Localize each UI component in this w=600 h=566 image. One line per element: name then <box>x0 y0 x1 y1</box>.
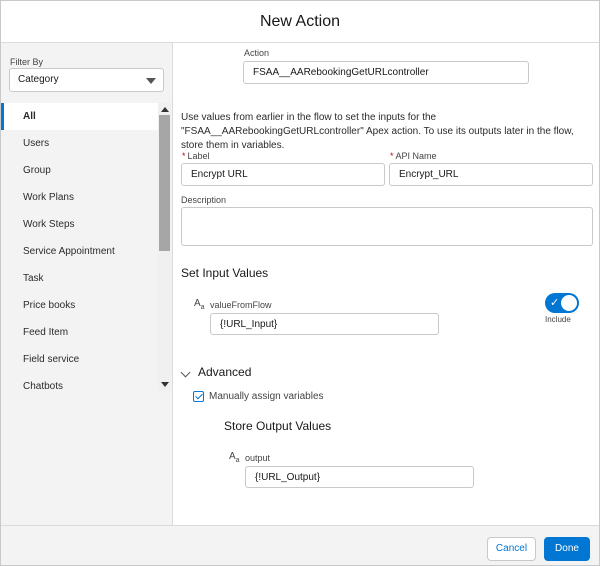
text-type-icon: Aa <box>229 451 240 464</box>
input-param-field[interactable]: {!URL_Input} <box>210 313 439 335</box>
sidebar-item-price-books[interactable]: Price books <box>1 292 158 319</box>
type-icon-subscript: a <box>235 457 240 464</box>
api-name-label: * API Name <box>390 151 437 161</box>
api-name-label-text: API Name <box>395 151 437 161</box>
description-label: Description <box>181 195 227 205</box>
scroll-down-arrow-icon[interactable] <box>161 382 169 387</box>
sidebar-item-all[interactable]: All <box>1 103 158 130</box>
output-param-label: output <box>245 453 271 463</box>
label-field-label: * Label <box>182 151 210 161</box>
label-field[interactable]: Encrypt URL <box>181 163 385 186</box>
sidebar-item-work-steps[interactable]: Work Steps <box>1 211 158 238</box>
action-field[interactable]: FSAA__AARebookingGetURLcontroller <box>243 61 529 84</box>
cancel-button[interactable]: Cancel <box>487 537 536 561</box>
filter-by-value: Category <box>18 74 59 85</box>
label-field-label-text: Label <box>187 151 210 161</box>
chevron-down-icon[interactable] <box>180 367 191 378</box>
scroll-up-arrow-icon[interactable] <box>161 107 169 112</box>
description-textarea[interactable] <box>181 207 593 246</box>
sidebar-item-service-appointment[interactable]: Service Appointment <box>1 238 158 265</box>
text-type-icon: Aa <box>194 298 205 311</box>
new-action-dialog: New Action Filter By Category All Users Gr… <box>0 0 600 566</box>
manually-assign-checkbox[interactable] <box>193 391 204 402</box>
filter-by-select[interactable]: Category <box>9 68 164 92</box>
type-icon-letter: A <box>194 298 201 309</box>
output-param-field[interactable]: {!URL_Output} <box>245 466 474 488</box>
scrollbar-thumb[interactable] <box>159 115 170 251</box>
dialog-footer: Cancel Done <box>1 525 599 565</box>
required-marker: * <box>390 151 394 161</box>
filter-by-label: Filter By <box>10 57 44 67</box>
advanced-heading[interactable]: Advanced <box>198 365 251 379</box>
sidebar-item-feed-item[interactable]: Feed Item <box>1 319 158 346</box>
api-name-field[interactable]: Encrypt_URL <box>389 163 593 186</box>
done-button[interactable]: Done <box>544 537 590 561</box>
input-param-label: valueFromFlow <box>210 300 272 310</box>
chevron-down-icon <box>146 78 156 84</box>
sidebar-item-field-service[interactable]: Field service <box>1 346 158 373</box>
type-icon-subscript: a <box>200 304 205 311</box>
sidebar-item-group[interactable]: Group <box>1 157 158 184</box>
check-icon: ✓ <box>550 297 560 309</box>
store-output-heading: Store Output Values <box>224 419 332 433</box>
instructions-text: Use values from earlier in the flow to s… <box>181 112 574 151</box>
sidebar-item-chatbots[interactable]: Chatbots <box>1 373 158 400</box>
manually-assign-label: Manually assign variables <box>209 391 324 402</box>
required-marker: * <box>182 151 186 161</box>
include-toggle[interactable]: ✓ <box>545 293 579 313</box>
sidebar-item-task[interactable]: Task <box>1 265 158 292</box>
category-list: All Users Group Work Plans Work Steps Service… <box>1 103 158 400</box>
include-label: Include <box>545 315 571 324</box>
dialog-title: New Action <box>259 13 341 30</box>
dialog-header: New Action <box>1 1 599 43</box>
category-sidebar: Filter By Category All Users Group Work Pla… <box>1 43 173 525</box>
sidebar-scrollbar[interactable] <box>158 103 171 391</box>
sidebar-item-users[interactable]: Users <box>1 130 158 157</box>
sidebar-item-work-plans[interactable]: Work Plans <box>1 184 158 211</box>
action-config-panel: Action FSAA__AARebookingGetURLcontroller… <box>174 43 599 525</box>
toggle-knob <box>561 295 577 311</box>
action-label: Action <box>244 48 270 58</box>
set-input-values-heading: Set Input Values <box>181 266 269 280</box>
type-icon-letter: A <box>229 451 236 462</box>
